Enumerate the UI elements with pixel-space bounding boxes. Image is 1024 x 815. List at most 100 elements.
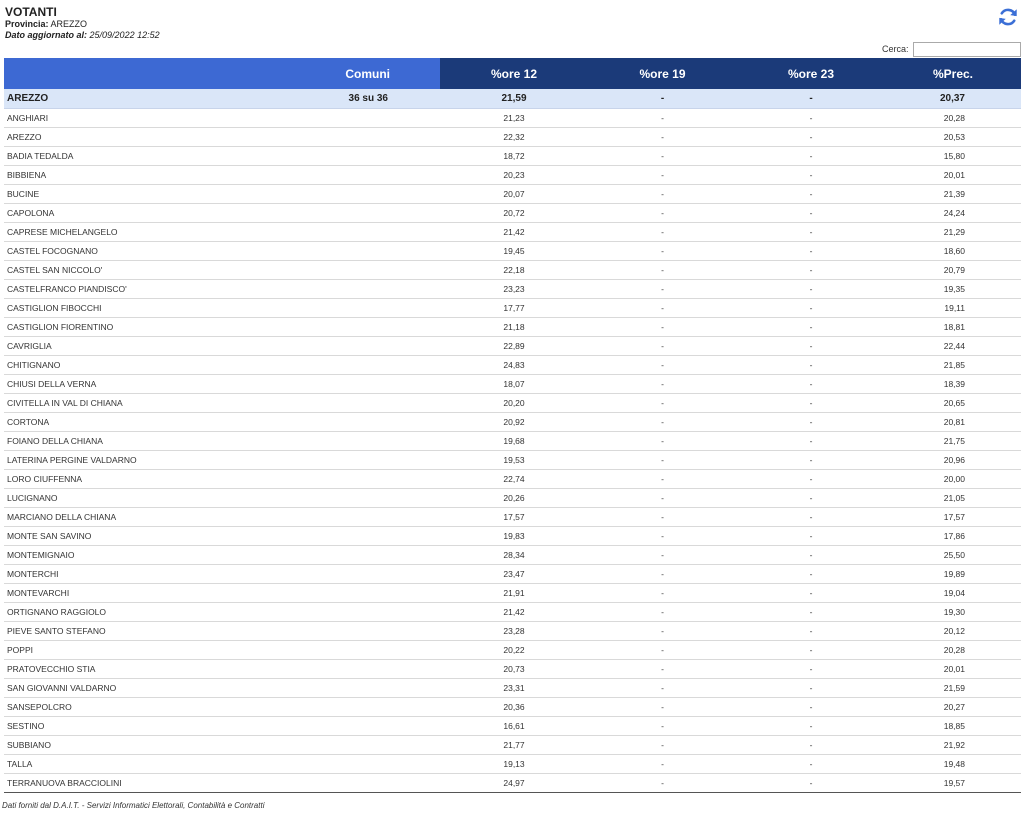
cell-ore23: - xyxy=(737,222,885,242)
table-row[interactable]: PIEVE SANTO STEFANO 23,28- -20,12 xyxy=(4,621,1021,641)
table-row[interactable]: AREZZO 22,32- -20,53 xyxy=(4,127,1021,147)
cell-ore12: 20,73 xyxy=(440,659,588,679)
table-row[interactable]: MARCIANO DELLA CHIANA 17,57- -17,57 xyxy=(4,507,1021,527)
cell-ore12: 21,91 xyxy=(440,583,588,603)
cell-ore19: - xyxy=(588,716,737,736)
table-row[interactable]: MONTEVARCHI 21,91- -19,04 xyxy=(4,583,1021,603)
table-row[interactable]: PRATOVECCHIO STIA 20,73- -20,01 xyxy=(4,659,1021,679)
table-row[interactable]: CAVRIGLIA 22,89- -22,44 xyxy=(4,336,1021,356)
column-header-ore23[interactable]: %ore 23 xyxy=(737,58,885,89)
table-row[interactable]: TALLA 19,13- -19,48 xyxy=(4,754,1021,774)
cell-name: SESTINO xyxy=(4,716,204,736)
table-row[interactable]: TERRANUOVA BRACCIOLINI 24,97- -19,57 xyxy=(4,773,1021,793)
cell-ore23: - xyxy=(737,89,885,109)
table-row[interactable]: SESTINO 16,61- -18,85 xyxy=(4,716,1021,736)
table-row[interactable]: CIVITELLA IN VAL DI CHIANA 20,20- -20,65 xyxy=(4,393,1021,413)
cell-prec: 20,65 xyxy=(885,393,1021,413)
cell-comuni xyxy=(204,298,440,318)
table-row[interactable]: BIBBIENA 20,23- -20,01 xyxy=(4,165,1021,185)
refresh-icon[interactable] xyxy=(997,6,1019,28)
cell-ore23: - xyxy=(737,431,885,451)
table-row[interactable]: LUCIGNANO 20,26- -21,05 xyxy=(4,488,1021,508)
column-header-comuni[interactable]: Comuni xyxy=(204,58,440,89)
table-row[interactable]: SAN GIOVANNI VALDARNO 23,31- -21,59 xyxy=(4,678,1021,698)
cell-comuni xyxy=(204,279,440,299)
cell-ore12: 23,28 xyxy=(440,621,588,641)
cell-ore19: - xyxy=(588,393,737,413)
cell-prec: 21,29 xyxy=(885,222,1021,242)
cell-ore23: - xyxy=(737,488,885,508)
cell-ore12: 20,23 xyxy=(440,165,588,185)
cell-ore12: 21,59 xyxy=(440,89,588,109)
cell-prec: 19,11 xyxy=(885,298,1021,318)
cell-name: LUCIGNANO xyxy=(4,488,204,508)
provincia-label: Provincia: xyxy=(5,19,49,29)
cell-name: CIVITELLA IN VAL DI CHIANA xyxy=(4,393,204,413)
table-row[interactable]: CASTIGLION FIORENTINO 21,18- -18,81 xyxy=(4,317,1021,337)
table-row[interactable]: CAPRESE MICHELANGELO 21,42- -21,29 xyxy=(4,222,1021,242)
cell-prec: 20,28 xyxy=(885,640,1021,660)
cell-ore12: 21,23 xyxy=(440,108,588,128)
cell-ore19: - xyxy=(588,659,737,679)
cell-ore12: 19,83 xyxy=(440,526,588,546)
cell-ore23: - xyxy=(737,697,885,717)
column-header-prec[interactable]: %Prec. xyxy=(885,58,1021,89)
table-row[interactable]: CAPOLONA 20,72- -24,24 xyxy=(4,203,1021,223)
table-row[interactable]: FOIANO DELLA CHIANA 19,68- -21,75 xyxy=(4,431,1021,451)
table-row[interactable]: MONTE SAN SAVINO 19,83- -17,86 xyxy=(4,526,1021,546)
updated-label: Dato aggiornato al: xyxy=(5,30,88,40)
table-row[interactable]: CASTELFRANCO PIANDISCO' 23,23- -19,35 xyxy=(4,279,1021,299)
cell-name: TERRANUOVA BRACCIOLINI xyxy=(4,773,204,793)
table-row[interactable]: BADIA TEDALDA 18,72- -15,80 xyxy=(4,146,1021,166)
cell-comuni xyxy=(204,355,440,375)
cell-ore19: - xyxy=(588,222,737,242)
table-row[interactable]: LORO CIUFFENNA 22,74- -20,00 xyxy=(4,469,1021,489)
cell-ore12: 24,97 xyxy=(440,773,588,793)
table-row[interactable]: LATERINA PERGINE VALDARNO 19,53- -20,96 xyxy=(4,450,1021,470)
cell-name: AREZZO xyxy=(4,127,204,147)
cell-prec: 17,57 xyxy=(885,507,1021,527)
table-row[interactable]: BUCINE 20,07- -21,39 xyxy=(4,184,1021,204)
table-row[interactable]: CASTIGLION FIBOCCHI 17,77- -19,11 xyxy=(4,298,1021,318)
table-row[interactable]: CHITIGNANO 24,83- -21,85 xyxy=(4,355,1021,375)
cell-prec: 18,39 xyxy=(885,374,1021,394)
table-row[interactable]: CASTEL SAN NICCOLO' 22,18- -20,79 xyxy=(4,260,1021,280)
table-row[interactable]: SANSEPOLCRO 20,36- -20,27 xyxy=(4,697,1021,717)
table-row[interactable]: POPPI 20,22- -20,28 xyxy=(4,640,1021,660)
cell-ore23: - xyxy=(737,621,885,641)
cell-ore19: - xyxy=(588,146,737,166)
cell-name: AREZZO xyxy=(4,89,204,109)
cell-name: CHIUSI DELLA VERNA xyxy=(4,374,204,394)
updated-value: 25/09/2022 12:52 xyxy=(89,30,160,40)
table-row[interactable]: ANGHIARI 21,23- -20,28 xyxy=(4,108,1021,128)
cell-name: LORO CIUFFENNA xyxy=(4,469,204,489)
cell-ore23: - xyxy=(737,678,885,698)
province-total-row[interactable]: AREZZO 36 su 36 21,59 - - 20,37 xyxy=(4,89,1021,109)
cell-ore23: - xyxy=(737,374,885,394)
cell-ore12: 20,26 xyxy=(440,488,588,508)
table-row[interactable]: CASTEL FOCOGNANO 19,45- -18,60 xyxy=(4,241,1021,261)
search-input[interactable] xyxy=(912,41,1021,57)
cell-name: LATERINA PERGINE VALDARNO xyxy=(4,450,204,470)
column-header-ore12[interactable]: %ore 12 xyxy=(440,58,588,89)
cell-ore23: - xyxy=(737,450,885,470)
table-row[interactable]: SUBBIANO 21,77- -21,92 xyxy=(4,735,1021,755)
cell-ore19: - xyxy=(588,165,737,185)
cell-comuni xyxy=(204,507,440,527)
cell-prec: 19,89 xyxy=(885,564,1021,584)
cell-ore12: 22,74 xyxy=(440,469,588,489)
table-row[interactable]: CHIUSI DELLA VERNA 18,07- -18,39 xyxy=(4,374,1021,394)
column-header-ore19[interactable]: %ore 19 xyxy=(588,58,737,89)
table-row[interactable]: MONTEMIGNAIO 28,34- -25,50 xyxy=(4,545,1021,565)
cell-comuni xyxy=(204,260,440,280)
table-row[interactable]: ORTIGNANO RAGGIOLO 21,42- -19,30 xyxy=(4,602,1021,622)
cell-name: SAN GIOVANNI VALDARNO xyxy=(4,678,204,698)
cell-ore23: - xyxy=(737,507,885,527)
cell-comuni xyxy=(204,450,440,470)
cell-comuni xyxy=(204,108,440,128)
cell-comuni xyxy=(204,203,440,223)
table-row[interactable]: CORTONA 20,92- -20,81 xyxy=(4,412,1021,432)
cell-comuni xyxy=(204,488,440,508)
cell-name: POPPI xyxy=(4,640,204,660)
table-row[interactable]: MONTERCHI 23,47- -19,89 xyxy=(4,564,1021,584)
